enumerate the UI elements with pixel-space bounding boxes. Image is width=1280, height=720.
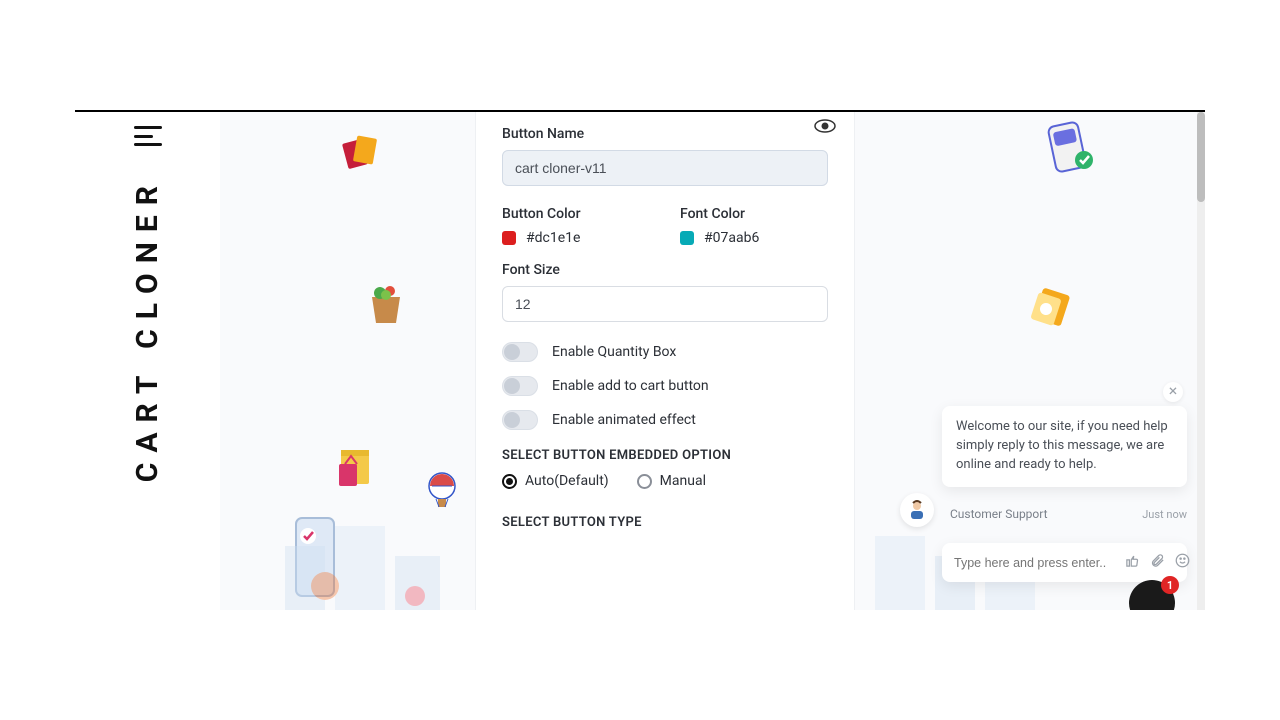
embed-section-title: SELECT BUTTON EMBEDDED OPTION: [502, 448, 828, 463]
brand-title: CART CLONER: [130, 176, 165, 482]
button-color-label: Button Color: [502, 206, 650, 222]
chat-agent-name: Customer Support: [950, 507, 1132, 521]
chat-fab[interactable]: 1: [1129, 580, 1175, 610]
button-name-label: Button Name: [502, 126, 828, 142]
font-size-input[interactable]: [502, 286, 828, 322]
type-section-title: SELECT BUTTON TYPE: [502, 515, 828, 530]
radio-auto[interactable]: Auto(Default): [502, 473, 609, 489]
button-name-input[interactable]: [502, 150, 828, 186]
font-color-label: Font Color: [680, 206, 828, 222]
font-color-picker[interactable]: #07aab6: [680, 230, 828, 246]
radio-auto-label: Auto(Default): [525, 473, 609, 489]
scrollbar-thumb[interactable]: [1197, 112, 1205, 202]
shopping-bag-icon: [335, 127, 383, 179]
shopping-bag-yellow-icon: [1024, 277, 1080, 337]
button-color-swatch: [502, 231, 516, 245]
toggle-quantity-label: Enable Quantity Box: [552, 344, 676, 360]
font-size-label: Font Size: [502, 262, 828, 278]
scrollbar[interactable]: [1197, 112, 1205, 610]
app-viewport: CART CLONER: [75, 110, 1205, 610]
chat-timestamp: Just now: [1142, 508, 1187, 521]
settings-card: Button Name Button Color #dc1e1e Font Co…: [475, 112, 855, 610]
thumbs-up-icon[interactable]: [1125, 553, 1140, 572]
radio-manual[interactable]: Manual: [637, 473, 706, 489]
toggle-animated-label: Enable animated effect: [552, 412, 696, 428]
phone-check-icon: [1040, 120, 1100, 180]
toggle-add-to-cart[interactable]: [502, 376, 538, 396]
menu-icon[interactable]: [134, 126, 162, 146]
font-color-value: #07aab6: [704, 230, 759, 246]
font-color-swatch: [680, 231, 694, 245]
chat-badge: 1: [1161, 576, 1179, 594]
gift-bag-icon: [331, 434, 381, 494]
button-color-value: #dc1e1e: [526, 230, 580, 246]
toggle-addtocart-label: Enable add to cart button: [552, 378, 709, 394]
radio-manual-label: Manual: [660, 473, 706, 489]
toggle-quantity-box[interactable]: [502, 342, 538, 362]
avatar: [900, 493, 934, 527]
chat-widget: × Welcome to our site, if you need help …: [942, 406, 1187, 582]
city-illustration: [265, 506, 485, 610]
sidebar: CART CLONER: [75, 112, 220, 610]
chat-close-icon[interactable]: ×: [1163, 382, 1183, 402]
attachment-icon[interactable]: [1150, 553, 1165, 572]
preview-eye-icon[interactable]: [814, 118, 836, 139]
chat-message: Welcome to our site, if you need help si…: [942, 406, 1187, 487]
button-color-picker[interactable]: #dc1e1e: [502, 230, 650, 246]
chat-text-input[interactable]: [954, 556, 1115, 570]
chat-input-bar: [942, 543, 1187, 582]
grocery-bag-icon: [360, 277, 412, 333]
emoji-icon[interactable]: [1175, 553, 1190, 572]
toggle-animated[interactable]: [502, 410, 538, 430]
